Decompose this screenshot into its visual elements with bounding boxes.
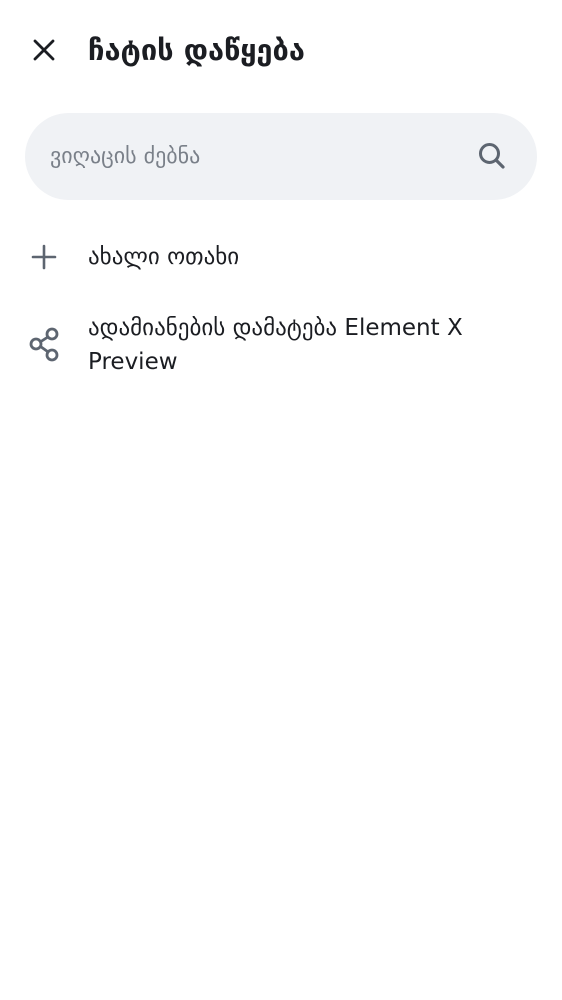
- page-title: ჩატის დაწყება: [88, 33, 305, 67]
- close-button[interactable]: [22, 28, 66, 72]
- new-room-label: ახალი ოთახი: [88, 244, 240, 270]
- invite-people-label: ადამიანების დამატება Element X Preview: [88, 315, 463, 375]
- share-icon: [27, 327, 61, 362]
- search-icon[interactable]: [477, 141, 507, 171]
- invite-people-item[interactable]: ადამიანების დამატება Element X Preview: [0, 306, 562, 386]
- top-app-bar: ჩატის დაწყება: [0, 0, 562, 100]
- new-room-item[interactable]: ახალი ოთახი: [0, 235, 562, 281]
- plus-icon: [27, 240, 61, 274]
- search-input[interactable]: [50, 113, 470, 200]
- search-bar[interactable]: [25, 113, 537, 200]
- close-icon: [33, 39, 55, 61]
